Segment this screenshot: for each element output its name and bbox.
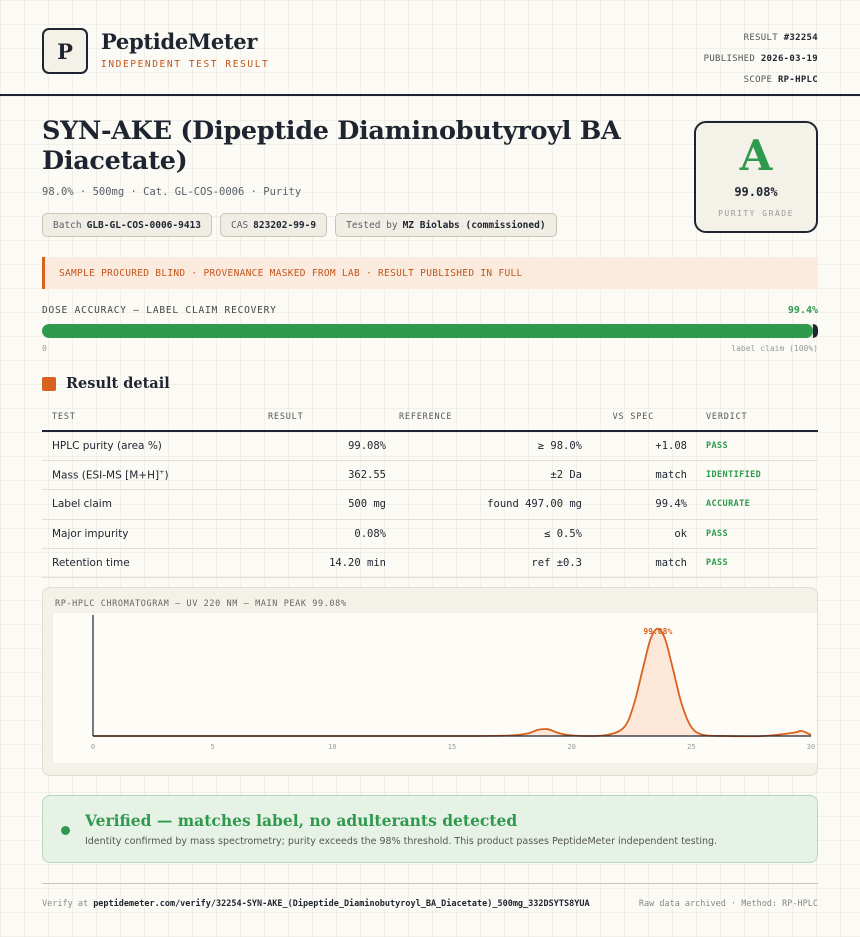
cell-result: 0.08% <box>268 519 386 550</box>
cell-result: 99.08% <box>268 431 386 461</box>
report-meta: RESULT #32254 PUBLISHED 2026-03-19 SCOPE… <box>704 28 818 91</box>
chromatogram-panel: RP-HPLC CHROMATOGRAM — UV 220 NM — MAIN … <box>42 587 818 776</box>
cell-vs-spec: match <box>582 548 687 579</box>
product-subtitle: 98.0% · 500mg · Cat. GL-COS-0006 · Purit… <box>42 186 302 198</box>
brand-name: PeptideMeter <box>101 29 258 54</box>
header: P PeptideMeter INDEPENDENT TEST RESULT R… <box>0 0 860 96</box>
cell-test: HPLC purity (area %) <box>42 431 268 461</box>
table-row: Mass (ESI-MS [M+H]+) 362.55 ±2 Da match … <box>42 460 818 491</box>
published-date: PUBLISHED 2026-03-19 <box>703 54 818 64</box>
dose-progress-track <box>42 324 818 338</box>
verified-text: Identity confirmed by mass spectrometry;… <box>85 836 718 847</box>
product-chips: Batch GLB-GL-COS-0006-9413 CAS 823202-99-9… <box>42 213 557 237</box>
dose-progress-fill <box>42 324 814 338</box>
cell-verdict: PASS <box>687 519 818 550</box>
table-row: Label claim 500 mg found 497.00 mg 99.4%… <box>42 489 818 520</box>
cell-test: Mass (ESI-MS [M+H]+) <box>42 460 268 491</box>
result-detail-heading: Result detail <box>42 375 170 392</box>
cell-vs-spec: +1.08 <box>582 431 687 461</box>
grade-letter: A <box>739 131 773 180</box>
chart-plot-background <box>53 613 817 763</box>
chromatogram-chart: 0 5 10 15 20 25 30 99.08% <box>53 613 817 763</box>
status-dot-icon <box>61 826 70 835</box>
x-tick-label: 20 <box>567 743 575 751</box>
label-claim-marker <box>813 324 818 338</box>
cell-reference: ≥ 98.0% <box>386 431 582 461</box>
cell-verdict: PASS <box>687 431 818 461</box>
cell-test: Major impurity <box>42 519 268 550</box>
scope: SCOPE RP-HPLC <box>743 75 818 85</box>
x-tick-label: 25 <box>687 743 695 751</box>
col-verdict: VERDICT <box>687 404 818 432</box>
cell-test: Retention time <box>42 548 268 579</box>
table-header-row: TEST RESULT REFERENCE VS SPEC VERDICT <box>42 404 818 432</box>
section-square-icon <box>42 376 56 391</box>
tested-by-chip: Tested by MZ Biolabs (commissioned) <box>335 213 557 237</box>
cell-vs-spec: ok <box>582 519 687 550</box>
cell-result: 362.55 <box>268 460 386 491</box>
col-test: TEST <box>42 404 268 432</box>
cell-verdict: PASS <box>687 548 818 579</box>
cell-reference: found 497.00 mg <box>386 489 582 520</box>
section-title: Result detail <box>66 375 170 392</box>
x-tick-label: 5 <box>211 743 215 751</box>
verify-line: Verify at peptidemeter.com/verify/32254-… <box>42 899 590 909</box>
verify-link[interactable]: peptidemeter.com/verify/32254-SYN-AKE_(D… <box>93 899 589 909</box>
cell-reference: ≤ 0.5% <box>386 519 582 550</box>
cell-test: Label claim <box>42 489 268 520</box>
results-table: TEST RESULT REFERENCE VS SPEC VERDICT HP… <box>42 404 818 579</box>
dose-claim-label: label claim (100%) <box>731 344 818 353</box>
cas-chip: CAS 823202-99-9 <box>220 213 328 237</box>
result-id: RESULT #32254 <box>743 33 818 43</box>
table-row: HPLC purity (area %) 99.08% ≥ 98.0% +1.0… <box>42 431 818 461</box>
verified-title: Verified — matches label, no adulterants… <box>85 811 518 830</box>
x-tick-label: 10 <box>328 743 336 751</box>
x-tick-label: 30 <box>807 743 815 751</box>
cell-vs-spec: match <box>582 460 687 491</box>
cell-reference: ±2 Da <box>386 460 582 491</box>
verified-callout: Verified — matches label, no adulterants… <box>42 795 818 863</box>
dose-label: DOSE ACCURACY — LABEL CLAIM RECOVERY <box>42 305 277 316</box>
provenance-banner: SAMPLE PROCURED BLIND · PROVENANCE MASKE… <box>42 257 818 289</box>
dose-zero-label: 0 <box>42 344 47 353</box>
cell-verdict: IDENTIFIED <box>687 460 818 491</box>
cell-result: 14.20 min <box>268 548 386 579</box>
cell-result: 500 mg <box>268 489 386 520</box>
logo: P <box>42 28 88 74</box>
grade-label: PURITY GRADE <box>718 209 794 218</box>
x-tick-label: 0 <box>91 743 95 751</box>
cell-vs-spec: 99.4% <box>582 489 687 520</box>
chart-title: RP-HPLC CHROMATOGRAM — UV 220 NM — MAIN … <box>55 599 347 609</box>
product-title: SYN-AKE (Dipeptide Diaminobutyroyl BA Di… <box>42 116 621 176</box>
purity-grade-card: A 99.08% PURITY GRADE <box>694 121 818 233</box>
peak-label: 99.08% <box>643 627 672 636</box>
dose-value: 99.4% <box>787 305 818 316</box>
footer-method: Raw data archived · Method: RP-HPLC <box>638 899 818 909</box>
batch-chip: Batch GLB-GL-COS-0006-9413 <box>42 213 212 237</box>
table-row: Major impurity 0.08% ≤ 0.5% ok PASS <box>42 519 818 550</box>
footer-divider <box>42 883 818 884</box>
col-vs-spec: VS SPEC <box>582 404 687 432</box>
x-tick-label: 15 <box>448 743 456 751</box>
table-row: Retention time 14.20 min ref ±0.3 match … <box>42 548 818 579</box>
brand-tagline: INDEPENDENT TEST RESULT <box>101 59 270 70</box>
cell-verdict: ACCURATE <box>687 489 818 520</box>
col-result: RESULT <box>268 404 386 432</box>
cell-reference: ref ±0.3 <box>386 548 582 579</box>
col-reference: REFERENCE <box>386 404 582 432</box>
grade-value: 99.08% <box>734 185 778 199</box>
